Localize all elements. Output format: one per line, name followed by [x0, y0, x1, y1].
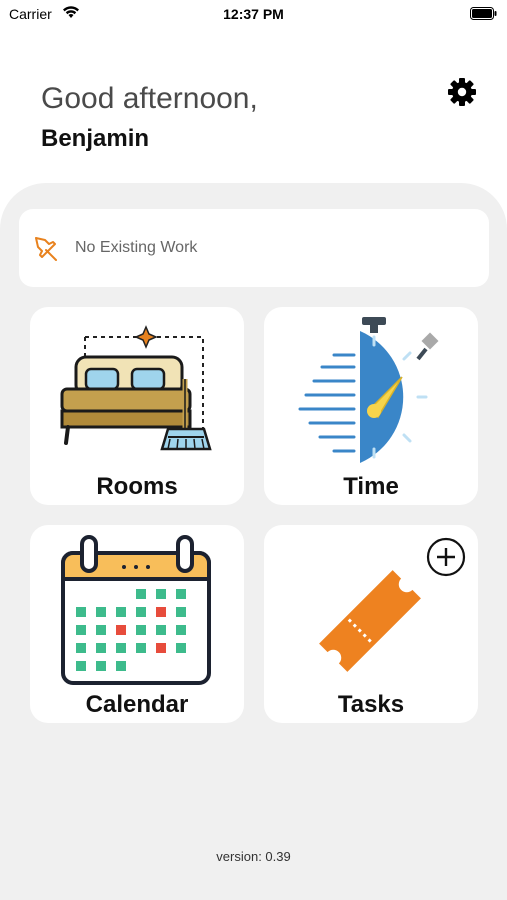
battery-icon — [470, 7, 497, 20]
existing-work-text: No Existing Work — [75, 239, 198, 256]
calendar-tile[interactable]: Calendar — [30, 525, 244, 723]
pushpin-icon — [35, 237, 57, 261]
existing-work-banner[interactable]: No Existing Work — [19, 209, 489, 287]
time-tile-label: Time — [343, 473, 399, 500]
calendar-tile-label: Calendar — [85, 691, 189, 718]
tasks-tile[interactable]: Tasks — [264, 525, 478, 723]
time-tile[interactable]: Time — [264, 307, 478, 505]
status-bar: Carrier 12:37 PM — [0, 0, 507, 30]
tasks-tile-label: Tasks — [337, 691, 405, 718]
status-clock: 12:37 PM — [223, 6, 284, 22]
rooms-tile[interactable]: Rooms — [30, 307, 244, 505]
stopwatch-icon — [298, 317, 439, 463]
greeting-text: Good afternoon, — [41, 82, 258, 115]
ticket-icon — [319, 570, 421, 672]
calendar-icon — [61, 535, 211, 685]
main-panel: No Existing Work Rooms Time Calendar Tas… — [0, 183, 507, 900]
add-circle-icon[interactable] — [426, 537, 466, 577]
user-name: Benjamin — [41, 125, 150, 152]
rooms-tile-label: Rooms — [96, 473, 178, 500]
bed-broom-icon — [60, 325, 212, 451]
gear-icon[interactable] — [446, 76, 478, 108]
version-label: version: 0.39 — [216, 849, 291, 864]
